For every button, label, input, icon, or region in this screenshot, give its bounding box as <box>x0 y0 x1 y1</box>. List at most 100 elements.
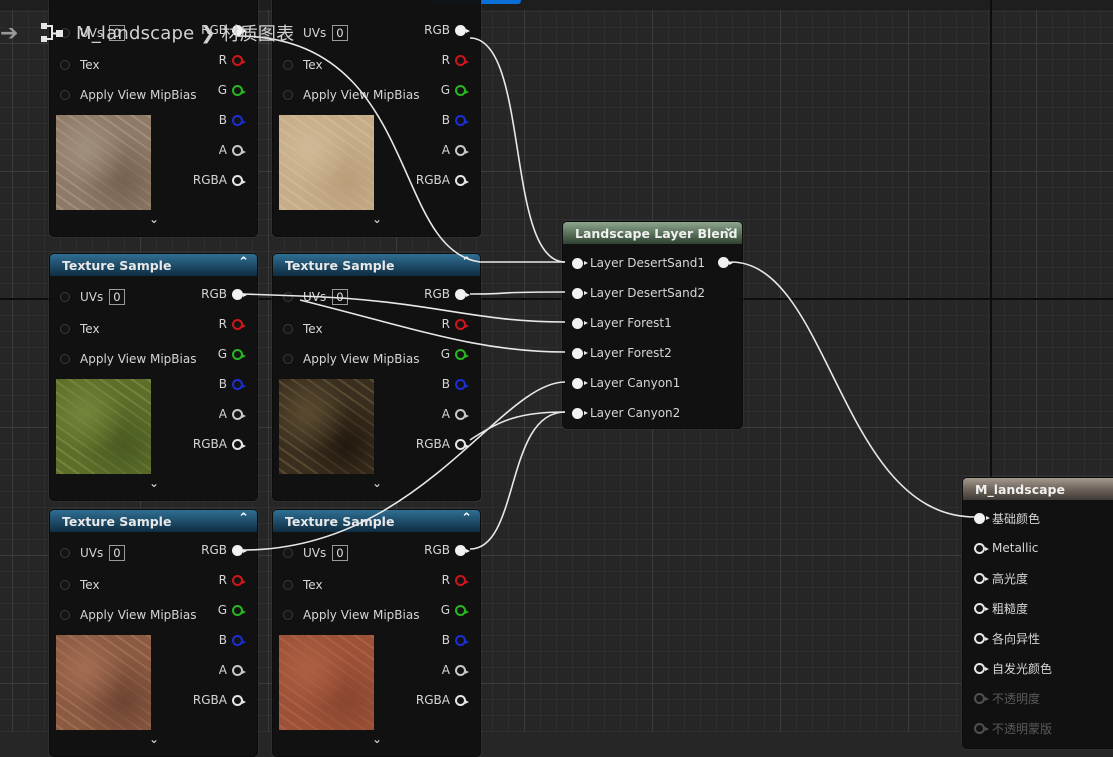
collapse-icon[interactable]: ⌃ <box>461 255 472 270</box>
material-input-pin[interactable] <box>974 542 989 554</box>
breadcrumb-current[interactable]: 材质图表 <box>222 20 295 46</box>
rgb-output-pin[interactable] <box>455 545 470 556</box>
uvs-input-pin[interactable] <box>60 292 70 302</box>
blend-layer-input-pin[interactable] <box>572 317 588 329</box>
a-output-pin[interactable] <box>232 409 246 420</box>
rgb-output-pin[interactable] <box>232 289 247 300</box>
blend-node-header[interactable]: Landscape Layer Blend ⌄ <box>563 220 742 244</box>
material-input-pin[interactable] <box>974 632 989 644</box>
b-output-pin[interactable] <box>232 635 246 646</box>
material-input-pin[interactable] <box>974 512 990 524</box>
uv-index-field[interactable]: 0 <box>109 545 125 561</box>
material-output-node[interactable]: M_landscape 基础颜色 Metallic 高光度 粗糙度 各向异性 自发光颜色不… <box>962 477 1113 749</box>
rgba-output-pin[interactable] <box>455 175 469 186</box>
mip-bias-input-pin[interactable] <box>283 354 293 364</box>
tex-input-pin[interactable] <box>60 580 70 590</box>
g-output-pin[interactable] <box>232 85 246 96</box>
blend-layer-input-pin[interactable] <box>572 287 588 299</box>
mip-bias-input-pin[interactable] <box>60 354 70 364</box>
blend-collapse-icon[interactable]: ⌄ <box>723 220 734 235</box>
a-output-label: A <box>218 663 227 677</box>
uv-index-field[interactable]: 0 <box>109 289 125 305</box>
b-output-pin[interactable] <box>455 115 469 126</box>
expand-chevron-icon[interactable]: ⌄ <box>144 732 164 746</box>
g-output-pin[interactable] <box>455 85 469 96</box>
a-output-pin[interactable] <box>232 145 246 156</box>
texture-node-header[interactable]: Texture Sample ⌃ <box>50 254 257 276</box>
back-arrow-icon[interactable]: ➔ <box>0 21 18 46</box>
mip-bias-label: Apply View MipBias <box>303 88 420 102</box>
mip-bias-input-pin[interactable] <box>283 90 293 100</box>
b-output-pin[interactable] <box>232 115 246 126</box>
expand-chevron-icon[interactable]: ⌄ <box>144 476 164 490</box>
r-output-pin[interactable] <box>232 575 246 586</box>
material-input-pin[interactable] <box>974 692 989 704</box>
blend-layer-input-pin[interactable] <box>572 377 588 389</box>
tex-input-pin[interactable] <box>283 60 293 70</box>
tex-input-pin[interactable] <box>283 580 293 590</box>
g-output-pin[interactable] <box>455 605 469 616</box>
material-input-pin[interactable] <box>974 602 989 614</box>
expand-chevron-icon[interactable]: ⌄ <box>367 476 387 490</box>
tex-input-pin[interactable] <box>283 324 293 334</box>
r-output-pin[interactable] <box>232 55 246 66</box>
expand-chevron-icon[interactable]: ⌄ <box>367 212 387 226</box>
blend-layer-input-pin[interactable] <box>572 257 588 269</box>
r-output-pin[interactable] <box>455 55 469 66</box>
blend-layer-input-pin[interactable] <box>572 407 588 419</box>
uvs-input-pin[interactable] <box>60 548 70 558</box>
rgb-output-pin[interactable] <box>455 289 470 300</box>
g-output-pin[interactable] <box>455 349 469 360</box>
uv-index-field[interactable]: 0 <box>332 25 348 41</box>
texture-node-header[interactable]: Texture Sample ⌃ <box>273 510 480 532</box>
collapse-icon[interactable]: ⌃ <box>461 511 472 526</box>
a-output-pin[interactable] <box>232 665 246 676</box>
expand-chevron-icon[interactable]: ⌄ <box>367 732 387 746</box>
rgb-output-pin[interactable] <box>455 25 470 36</box>
r-output-pin[interactable] <box>455 575 469 586</box>
collapse-icon[interactable]: ⌃ <box>238 255 249 270</box>
texture-node-header[interactable]: Texture Sample ⌃ <box>50 510 257 532</box>
texture-node-forest2[interactable]: Texture Sample ⌃ UVs 0 Tex Apply View MipBias… <box>272 253 481 501</box>
rgb-output-pin[interactable] <box>232 545 247 556</box>
rgba-output-pin[interactable] <box>232 175 246 186</box>
material-input-pin[interactable] <box>974 662 989 674</box>
material-input-pin[interactable] <box>974 572 989 584</box>
rgba-output-pin[interactable] <box>232 439 246 450</box>
g-output-pin[interactable] <box>232 349 246 360</box>
uvs-input-pin[interactable] <box>283 292 293 302</box>
rgba-output-pin[interactable] <box>455 439 469 450</box>
texture-node-desert2[interactable]: Texture Sample⌃UVs0TexApply View MipBias… <box>272 0 481 237</box>
g-output-pin[interactable] <box>232 605 246 616</box>
mip-bias-input-pin[interactable] <box>283 610 293 620</box>
r-output-pin[interactable] <box>232 319 246 330</box>
uv-index-field[interactable]: 0 <box>332 545 348 561</box>
blend-output-pin[interactable] <box>718 257 733 268</box>
blend-layer-input-pin[interactable] <box>572 347 588 359</box>
mip-bias-input-pin[interactable] <box>60 90 70 100</box>
texture-node-forest1[interactable]: Texture Sample ⌃ UVs 0 Tex Apply View MipBias… <box>49 253 258 501</box>
a-output-pin[interactable] <box>455 145 469 156</box>
texture-node-canyon1[interactable]: Texture Sample ⌃ UVs 0 Tex Apply View MipBias… <box>49 509 258 757</box>
rgba-output-pin[interactable] <box>232 695 246 706</box>
uvs-input-pin[interactable] <box>283 548 293 558</box>
rgba-output-pin[interactable] <box>455 695 469 706</box>
a-output-pin[interactable] <box>455 409 469 420</box>
uv-index-field[interactable]: 0 <box>332 289 348 305</box>
material-node-header[interactable]: M_landscape <box>963 478 1113 500</box>
tex-input-pin[interactable] <box>60 324 70 334</box>
mip-bias-input-pin[interactable] <box>60 610 70 620</box>
tex-input-pin[interactable] <box>60 60 70 70</box>
landscape-layer-blend-node[interactable]: Landscape Layer Blend ⌄ Layer DesertSand… <box>562 220 743 429</box>
a-output-pin[interactable] <box>455 665 469 676</box>
r-output-pin[interactable] <box>455 319 469 330</box>
texture-node-canyon2[interactable]: Texture Sample ⌃ UVs 0 Tex Apply View MipBias… <box>272 509 481 757</box>
b-output-pin[interactable] <box>455 635 469 646</box>
b-output-pin[interactable] <box>232 379 246 390</box>
expand-chevron-icon[interactable]: ⌄ <box>144 212 164 226</box>
breadcrumb-graph-name[interactable]: M_landscape <box>76 23 194 44</box>
b-output-pin[interactable] <box>455 379 469 390</box>
texture-node-header[interactable]: Texture Sample ⌃ <box>273 254 480 276</box>
texture-thumbnail <box>279 379 374 474</box>
collapse-icon[interactable]: ⌃ <box>238 511 249 526</box>
